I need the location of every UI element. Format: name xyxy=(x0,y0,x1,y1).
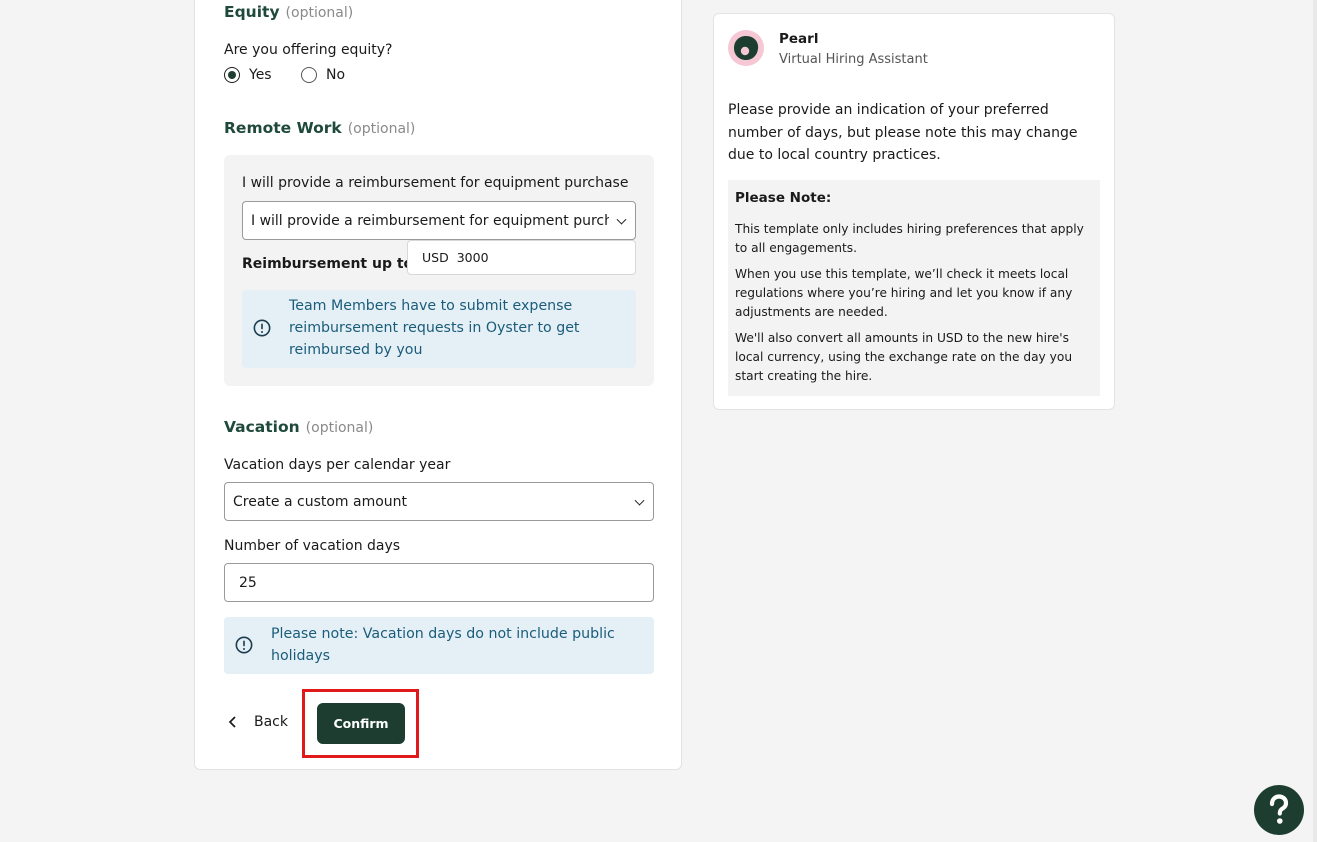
pearl-avatar-icon xyxy=(728,30,764,66)
chevron-down-icon xyxy=(634,495,645,506)
vacation-days-select-value: Create a custom amount xyxy=(233,493,408,510)
note-paragraph: We'll also convert all amounts in USD to… xyxy=(735,331,1073,383)
equity-no-radio[interactable] xyxy=(301,67,317,83)
page-scrollbar[interactable] xyxy=(1313,0,1317,842)
note-title: Please Note: xyxy=(735,190,832,206)
currency-prefix: USD xyxy=(422,250,449,265)
remote-work-section-title: Remote Work (optional) xyxy=(224,119,416,137)
reimbursement-select-value: I will provide a reimbursement for equip… xyxy=(251,212,609,229)
equity-yes-label: Yes xyxy=(249,67,272,83)
equity-yes-radio[interactable] xyxy=(224,67,240,83)
reimbursement-label: I will provide a reimbursement for equip… xyxy=(242,175,629,191)
pearl-avatar-graphic xyxy=(734,36,759,60)
reimbursement-up-to-label: Reimbursement up to xyxy=(242,256,414,272)
equity-option-yes[interactable]: Yes xyxy=(224,67,272,83)
vacation-section-title: Vacation (optional) xyxy=(224,418,374,436)
note-paragraphs: This template only includes hiring prefe… xyxy=(735,220,1093,386)
info-circle-icon xyxy=(235,636,253,654)
vacation-number-value: 25 xyxy=(239,574,257,591)
vacation-info-box: Please note: Vacation days do not includ… xyxy=(224,617,654,674)
equity-no-label: No xyxy=(326,67,346,83)
remote-work-info-box: Team Members have to submit expense reim… xyxy=(242,290,636,368)
assistant-card: Pearl Virtual Hiring Assistant Please pr… xyxy=(713,13,1115,410)
back-button[interactable]: Back xyxy=(228,714,288,730)
vacation-number-label: Number of vacation days xyxy=(224,538,401,554)
info-circle-icon xyxy=(253,319,271,337)
vacation-number-input[interactable]: 25 xyxy=(224,563,654,602)
equity-optional-label: (optional) xyxy=(285,5,354,21)
vacation-days-select[interactable]: Create a custom amount xyxy=(224,482,654,521)
note-paragraph: When you use this template, we’ll check … xyxy=(735,267,1073,319)
assistant-message: Please provide an indication of your pre… xyxy=(728,102,1078,163)
chevron-left-icon xyxy=(228,716,236,728)
vacation-days-label: Vacation days per calendar year xyxy=(224,457,451,473)
assistant-note-box: Please Note: This template only includes… xyxy=(728,180,1100,396)
vacation-optional-label: (optional) xyxy=(305,420,374,436)
equity-section-title: Equity (optional) xyxy=(224,3,354,21)
reimbursement-amount-value: 3000 xyxy=(456,250,489,265)
help-button[interactable] xyxy=(1254,785,1304,835)
question-mark-icon xyxy=(1269,794,1289,824)
remote-work-optional-label: (optional) xyxy=(347,121,416,137)
note-paragraph: This template only includes hiring prefe… xyxy=(735,222,1084,255)
reimbursement-amount-field[interactable]: USD 3000 xyxy=(407,240,636,275)
equity-option-no[interactable]: No xyxy=(301,67,345,83)
vacation-info-text: Please note: Vacation days do not includ… xyxy=(271,626,615,664)
back-label: Back xyxy=(254,714,288,730)
assistant-role: Virtual Hiring Assistant xyxy=(779,52,928,67)
chevron-down-icon xyxy=(616,214,627,225)
assistant-name: Pearl xyxy=(779,31,819,47)
confirm-button[interactable]: Confirm xyxy=(317,703,405,744)
remote-work-panel: I will provide a reimbursement for equip… xyxy=(224,155,654,386)
remote-work-info-text: Team Members have to submit expense reim… xyxy=(289,298,580,358)
equity-question: Are you offering equity? xyxy=(224,42,393,58)
reimbursement-select[interactable]: I will provide a reimbursement for equip… xyxy=(242,201,636,240)
hiring-form-card: Equity (optional) Are you offering equity… xyxy=(194,0,682,770)
